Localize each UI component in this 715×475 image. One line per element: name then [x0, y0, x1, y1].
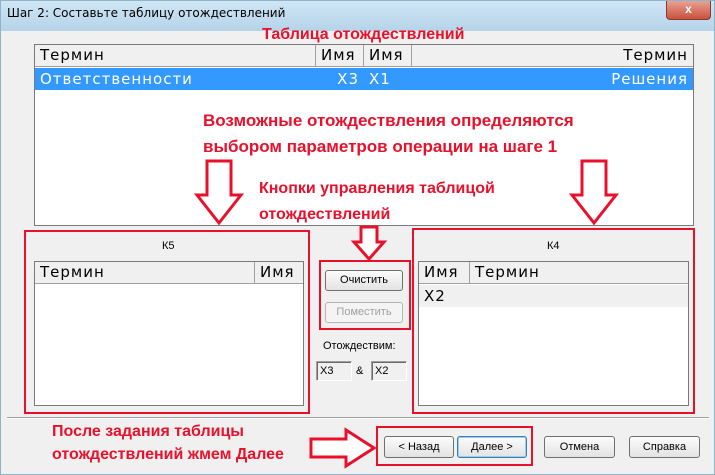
- k5-table[interactable]: Термин Имя: [34, 261, 304, 406]
- help-button[interactable]: Справка: [629, 436, 700, 458]
- arrow-down-right-icon: [568, 159, 620, 226]
- arrow-down-left-icon: [193, 159, 245, 226]
- column-header-name-left[interactable]: Имя: [316, 45, 364, 67]
- k5-column-name[interactable]: Имя: [255, 262, 303, 284]
- annotation-after-line1: После задания таблицы: [52, 423, 244, 440]
- annotation-after-line2: отождествлений жмем Далее: [52, 446, 284, 463]
- identify-label: Отождествим:: [323, 340, 396, 352]
- k4-column-name[interactable]: Имя: [419, 262, 470, 284]
- column-header-term-left[interactable]: Термин: [35, 45, 316, 67]
- k4-cell-name: X2: [424, 287, 446, 305]
- cell-name-right: X1: [369, 70, 391, 88]
- annotation-buttons-line2: отождествлений: [259, 206, 391, 223]
- cell-name-left: X3: [337, 70, 359, 88]
- ampersand-label: &: [356, 365, 364, 377]
- close-icon: x: [685, 2, 692, 16]
- k5-label: К5: [162, 240, 175, 252]
- cancel-button[interactable]: Отмена: [544, 436, 615, 458]
- cell-term-right: Решения: [611, 70, 688, 88]
- annotation-possible-line2: выбором параметров операции на шаге 1: [203, 137, 558, 156]
- identify-field-left: X3: [316, 361, 352, 381]
- table-row[interactable]: X2: [419, 285, 688, 307]
- annotation-possible-line1: Возможные отождествления определяются: [203, 111, 574, 130]
- window-title: Шаг 2: Составьте таблицу отождествлений: [7, 6, 286, 20]
- clear-button[interactable]: Очистить: [325, 270, 403, 291]
- table-row[interactable]: Ответственности X3 X1 Решения: [35, 68, 693, 90]
- annotation-buttons-line1: Кнопки управления таблицой: [259, 180, 495, 197]
- k4-column-term[interactable]: Термин: [470, 262, 688, 284]
- back-button[interactable]: < Назад: [384, 436, 454, 458]
- place-button[interactable]: Поместить: [325, 302, 403, 323]
- column-header-name-right[interactable]: Имя: [364, 45, 412, 67]
- footer-separator: [7, 417, 709, 419]
- k4-table[interactable]: Имя Термин X2: [418, 261, 689, 406]
- arrow-right-icon: [309, 427, 377, 469]
- wizard-window: Шаг 2: Составьте таблицу отождествлений …: [0, 0, 715, 475]
- column-header-term-right[interactable]: Термин: [412, 45, 693, 67]
- k4-label: К4: [547, 240, 560, 252]
- k5-column-term[interactable]: Термин: [35, 262, 255, 284]
- wizard-client-area: Таблица отождествлений Термин Имя Имя Те…: [7, 26, 709, 471]
- close-button[interactable]: x: [666, 1, 711, 20]
- cell-term-left: Ответственности: [40, 70, 193, 88]
- next-button[interactable]: Далее >: [457, 436, 527, 458]
- arrow-down-buttons-icon: [350, 225, 388, 262]
- identify-field-right: X2: [371, 361, 407, 381]
- k4-cell-term: [470, 285, 688, 307]
